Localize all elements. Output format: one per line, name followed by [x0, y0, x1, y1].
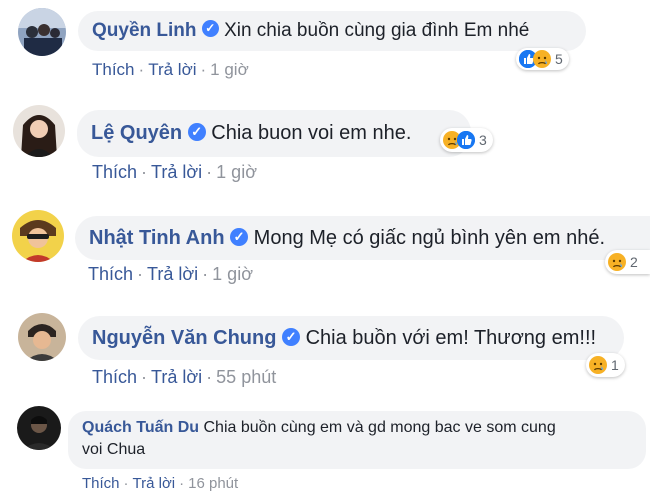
- comment-time[interactable]: 16 phút: [188, 475, 238, 492]
- comment: Lệ Quyên ✓ Chia buon voi em nhe. 3 Thích…: [0, 100, 650, 205]
- reaction-count: 2: [630, 254, 638, 270]
- reaction-count: 5: [555, 51, 563, 67]
- comment-actions: Thích · Trả lời · 1 giờ: [88, 264, 253, 284]
- verified-badge-icon: ✓: [230, 227, 249, 246]
- reply-link[interactable]: Trả lời: [148, 60, 196, 79]
- commenter-name[interactable]: Quyền Linh: [92, 20, 197, 41]
- comment: Nguyễn Văn Chung ✓ Chia buồn với em! Thư…: [0, 305, 650, 400]
- avatar[interactable]: [12, 210, 64, 262]
- comment-bubble: Quách Tuấn Du Chia buồn cùng em và gd mo…: [68, 411, 646, 469]
- comment-actions: Thích · Trả lời · 55 phút: [92, 367, 277, 387]
- comment: Nhật Tinh Anh ✓ Mong Mẹ có giấc ngủ bình…: [0, 205, 650, 305]
- comment-text: Mong Mẹ có giấc ngủ bình yên em nhé.: [253, 227, 605, 249]
- comment-actions: Thích · Trả lời · 1 giờ: [92, 60, 249, 79]
- comment-time[interactable]: 1 giờ: [216, 162, 257, 182]
- like-link[interactable]: Thích: [88, 264, 133, 284]
- comment-actions: Thích · Trả lời · 1 giờ: [92, 162, 257, 182]
- reaction-summary[interactable]: 3: [440, 128, 493, 152]
- reply-link[interactable]: Trả lời: [151, 162, 202, 182]
- comment-text: Chia buon voi em nhe.: [211, 122, 412, 144]
- reaction-summary[interactable]: 2: [605, 250, 650, 274]
- comment-text-continued: voi Chua: [82, 441, 146, 458]
- avatar[interactable]: [17, 406, 61, 450]
- like-link[interactable]: Thích: [82, 475, 120, 492]
- like-link[interactable]: Thích: [92, 162, 137, 182]
- sad-icon: [533, 50, 551, 68]
- sad-icon: [589, 356, 607, 374]
- sad-icon: [608, 253, 626, 271]
- comment-text: Chia buồn cùng em và gd mong bac ve som …: [203, 419, 556, 436]
- reaction-count: 3: [479, 132, 487, 148]
- commenter-name[interactable]: Nhật Tinh Anh: [89, 227, 225, 249]
- reply-link[interactable]: Trả lời: [133, 475, 176, 492]
- like-link[interactable]: Thích: [92, 60, 135, 79]
- avatar[interactable]: [18, 313, 66, 361]
- verified-badge-icon: ✓: [187, 122, 206, 141]
- comment-time[interactable]: 1 giờ: [210, 60, 249, 79]
- reply-link[interactable]: Trả lời: [151, 367, 202, 387]
- comment-bubble: Lệ Quyên ✓ Chia buon voi em nhe.: [77, 110, 471, 157]
- comment-time[interactable]: 1 giờ: [212, 264, 253, 284]
- like-icon: [457, 131, 475, 149]
- reaction-summary[interactable]: 1: [586, 353, 625, 377]
- comment-text: Xin chia buồn cùng gia đình Em nhé: [224, 20, 530, 41]
- avatar[interactable]: [18, 8, 66, 56]
- verified-badge-icon: ✓: [282, 327, 301, 346]
- reaction-count: 1: [611, 357, 619, 373]
- reaction-summary[interactable]: 5: [516, 48, 569, 70]
- reply-link[interactable]: Trả lời: [147, 264, 198, 284]
- commenter-name[interactable]: Nguyễn Văn Chung: [92, 327, 276, 349]
- like-link[interactable]: Thích: [92, 367, 137, 387]
- comment-bubble: Quyền Linh ✓ Xin chia buồn cùng gia đình…: [78, 11, 586, 51]
- comment: Quách Tuấn Du Chia buồn cùng em và gd mo…: [0, 400, 650, 500]
- comment: Quyền Linh ✓ Xin chia buồn cùng gia đình…: [0, 0, 650, 100]
- comment-bubble: Nguyễn Văn Chung ✓ Chia buồn với em! Thư…: [78, 316, 624, 360]
- avatar[interactable]: [13, 105, 65, 157]
- comment-bubble: Nhật Tinh Anh ✓ Mong Mẹ có giấc ngủ bình…: [75, 216, 650, 260]
- commenter-name[interactable]: Quách Tuấn Du: [82, 419, 199, 436]
- comment-text: Chia buồn với em! Thương em!!!: [305, 327, 597, 349]
- comment-actions: Thích · Trả lời · 16 phút: [82, 475, 239, 492]
- comment-time[interactable]: 55 phút: [216, 367, 276, 387]
- commenter-name[interactable]: Lệ Quyên: [91, 122, 182, 144]
- verified-badge-icon: ✓: [201, 20, 219, 38]
